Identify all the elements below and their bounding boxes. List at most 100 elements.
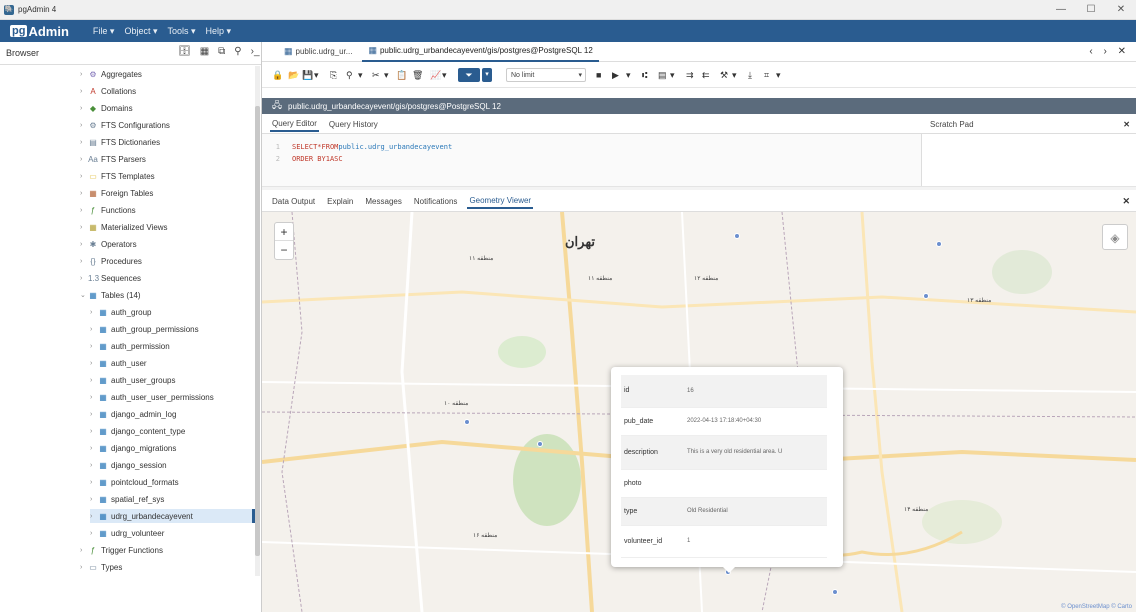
chart-icon[interactable]: 📈 — [430, 68, 441, 82]
tree-item-udrg-volunteer[interactable]: › ▦ udrg_volunteer — [90, 526, 164, 540]
graph-dropdown-icon[interactable]: ▾ — [776, 68, 781, 82]
geometry-point[interactable] — [936, 241, 942, 247]
scratch-pad[interactable] — [922, 134, 1136, 186]
filter-dropdown-icon[interactable]: ▾ — [482, 68, 492, 82]
chevron-right-icon[interactable]: › — [90, 428, 98, 435]
tree-item-django-migrations[interactable]: › ▦ django_migrations — [90, 441, 176, 455]
chevron-right-icon[interactable]: › — [90, 360, 98, 367]
tree-item-udrg-urbandecayevent[interactable]: › ▦ udrg_urbandecayevent — [90, 509, 255, 523]
chart-dropdown-icon[interactable]: ▾ — [442, 68, 447, 82]
chevron-down-icon[interactable]: ⌄ — [80, 291, 88, 299]
tree-item-sequences[interactable]: › 1.3 Sequences — [80, 271, 141, 285]
geometry-point[interactable] — [832, 589, 838, 595]
chevron-right-icon[interactable]: › — [90, 445, 98, 452]
chevron-right-icon[interactable]: › — [80, 122, 88, 129]
chevron-right-icon[interactable]: › — [80, 156, 88, 163]
tree-item-django-content-type[interactable]: › ▦ django_content_type — [90, 424, 185, 438]
graph-visualiser-icon[interactable]: ⌗ — [764, 68, 769, 82]
lock-icon[interactable]: 🔒 — [272, 68, 283, 82]
tree-item-operators[interactable]: › ✱ Operators — [80, 237, 137, 251]
delete-icon[interactable]: 🗑 — [412, 68, 423, 82]
chevron-right-icon[interactable]: › — [80, 88, 88, 95]
tree-item-auth-group[interactable]: › ▦ auth_group — [90, 305, 151, 319]
maximize-button[interactable]: ☐ — [1076, 0, 1106, 20]
chevron-right-icon[interactable]: › — [90, 479, 98, 486]
macros-icon[interactable]: ⚒ — [720, 68, 728, 82]
tree-item-fts-templates[interactable]: › ▭ FTS Templates — [80, 169, 155, 183]
download-icon[interactable]: ⤓ — [748, 68, 752, 82]
tree-item-trigger-functions[interactable]: › ƒ Trigger Functions — [80, 543, 163, 557]
tree-item-tables[interactable]: ⌄ ▦ Tables (14) — [80, 288, 141, 302]
tree-item-foreign-tables[interactable]: › ▦ Foreign Tables — [80, 186, 153, 200]
chevron-right-icon[interactable]: › — [80, 258, 88, 265]
tab-notifications[interactable]: Notifications — [412, 195, 460, 208]
save-dropdown-icon[interactable]: ▾ — [314, 68, 319, 82]
tree-item-auth-user-groups[interactable]: › ▦ auth_user_groups — [90, 373, 176, 387]
tab-messages[interactable]: Messages — [363, 195, 403, 208]
save-icon[interactable]: 💾 — [302, 68, 313, 82]
chevron-right-icon[interactable]: › — [90, 343, 98, 350]
close-icon[interactable]: ✕ — [1122, 196, 1130, 207]
chevron-right-icon[interactable]: › — [90, 377, 98, 384]
copy-icon[interactable]: ⎘ — [330, 68, 337, 82]
menu-file[interactable]: File ▾ — [93, 26, 115, 37]
zoom-in-button[interactable]: + — [275, 223, 293, 241]
layers-icon[interactable]: ◈ — [1102, 224, 1128, 250]
menu-tools[interactable]: Tools ▾ — [167, 26, 195, 37]
geometry-point[interactable] — [537, 441, 543, 447]
find-dropdown-icon[interactable]: ▾ — [358, 68, 363, 82]
zoom-out-button[interactable]: − — [275, 241, 293, 259]
chevron-right-icon[interactable]: › — [80, 105, 88, 112]
chevron-right-icon[interactable]: › — [90, 530, 98, 537]
chevron-right-icon[interactable]: › — [80, 207, 88, 214]
execute-icon[interactable]: ▶ — [612, 68, 619, 82]
database-icon[interactable]: 🗄 — [178, 46, 191, 57]
tree-item-django-admin-log[interactable]: › ▦ django_admin_log — [90, 407, 176, 421]
tree-item-spatial-ref-sys[interactable]: › ▦ spatial_ref_sys — [90, 492, 164, 506]
paste-icon[interactable]: 📋 — [396, 68, 407, 82]
browser-scrollbar[interactable] — [255, 66, 260, 576]
chevron-right-icon[interactable]: › — [80, 241, 88, 248]
connection-bar[interactable]: 🖧 public.udrg_urbandecayevent/gis/postgr… — [262, 98, 1136, 114]
chevron-right-icon[interactable]: › — [80, 547, 88, 554]
tab-geometry-viewer[interactable]: Geometry Viewer — [467, 194, 534, 209]
menu-help[interactable]: Help ▾ — [206, 26, 232, 37]
browser-scroll-thumb[interactable] — [255, 106, 260, 556]
stop-icon[interactable]: ■ — [596, 68, 601, 82]
chevron-right-icon[interactable]: › — [90, 496, 98, 503]
sql-editor[interactable]: 1 SELECT * FROM public.udrg_urbandecayev… — [262, 134, 922, 186]
explain-icon[interactable]: ⑆ — [642, 68, 647, 82]
tab-query-short[interactable]: ▦ public.udrg_ur... — [278, 42, 358, 62]
minimize-button[interactable]: — — [1046, 0, 1076, 20]
chevron-right-icon[interactable]: › — [80, 190, 88, 197]
menu-object[interactable]: Object ▾ — [124, 26, 157, 37]
tree-item-fts-configurations[interactable]: › ⚙ FTS Configurations — [80, 118, 170, 132]
tree-item-aggregates[interactable]: › ⚙ Aggregates — [80, 67, 142, 81]
commit-icon[interactable]: ⇉ — [686, 68, 694, 82]
object-icon[interactable]: ⧉ — [218, 46, 225, 57]
tree-item-pointcloud-formats[interactable]: › ▦ pointcloud_formats — [90, 475, 179, 489]
tree-item-domains[interactable]: › ◆ Domains — [80, 101, 133, 115]
chevron-right-icon[interactable]: › — [90, 326, 98, 333]
geometry-point[interactable] — [464, 419, 470, 425]
chevron-right-icon[interactable]: › — [90, 462, 98, 469]
tree-item-auth-user-user-permissions[interactable]: › ▦ auth_user_user_permissions — [90, 390, 214, 404]
chevron-right-icon[interactable]: › — [80, 71, 88, 78]
panel-divider[interactable] — [262, 186, 1136, 190]
chevron-right-icon[interactable]: › — [80, 173, 88, 180]
tree-item-materialized-views[interactable]: › ▦ Materialized Views — [80, 220, 168, 234]
map-attribution[interactable]: © OpenStreetMap © Carto — [1061, 604, 1132, 610]
chevron-right-icon[interactable]: › — [90, 513, 98, 520]
open-file-icon[interactable]: 📂 — [288, 68, 299, 82]
tree-item-django-session[interactable]: › ▦ django_session — [90, 458, 167, 472]
macros-dropdown-icon[interactable]: ▾ — [732, 68, 737, 82]
chevron-right-icon[interactable]: › — [90, 394, 98, 401]
tab-query-history[interactable]: Query History — [327, 118, 380, 131]
chevron-right-icon[interactable]: › — [90, 309, 98, 316]
tab-query-editor[interactable]: Query Editor — [270, 117, 319, 132]
tab-explain[interactable]: Explain — [325, 195, 355, 208]
tab-data-output[interactable]: Data Output — [270, 195, 317, 208]
geometry-point[interactable] — [734, 233, 740, 239]
chevron-right-icon[interactable]: › — [80, 139, 88, 146]
tree-item-types[interactable]: › ▭ Types — [80, 560, 122, 574]
